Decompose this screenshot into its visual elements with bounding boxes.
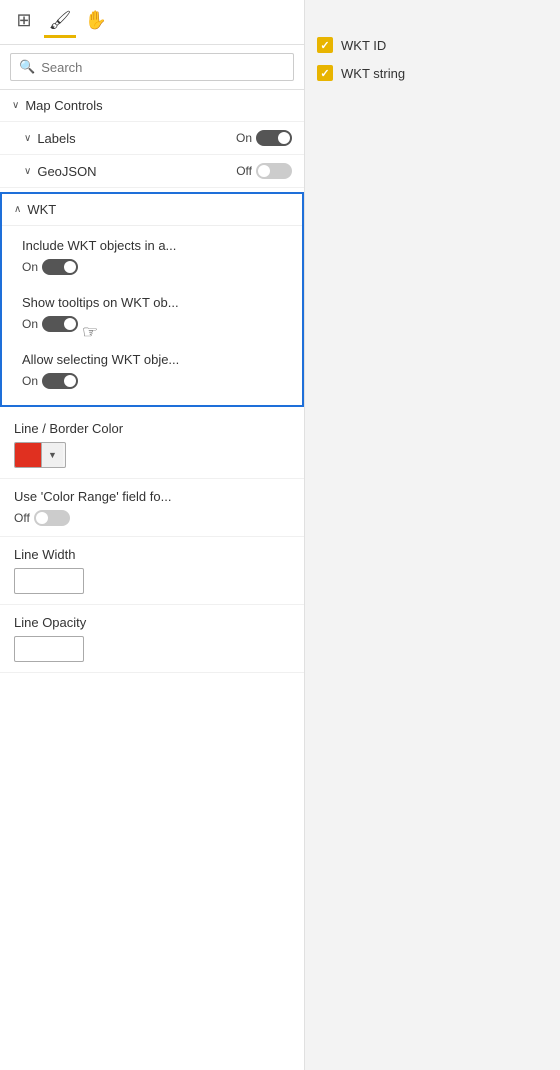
cursor-pointer-icon: ☞ — [82, 322, 98, 343]
wkt-include-toggle-label: On — [22, 260, 38, 274]
line-width-section: Line Width 1 ▲ ▼ — [0, 537, 304, 605]
left-panel: ⊞ 🖌 ✋ 🔍 ∨ Map Controls ∨ Labels On ∨ Geo… — [0, 0, 305, 1070]
color-swatch — [15, 443, 41, 467]
wkt-id-checkbox-item[interactable]: WKT ID — [317, 34, 548, 56]
wkt-string-checkbox-item[interactable]: WKT string — [317, 62, 548, 84]
paint-icon[interactable]: 🖌 — [44, 6, 76, 38]
search-box: 🔍 — [10, 53, 294, 81]
wkt-include-toggle[interactable] — [42, 259, 78, 275]
labels-chevron: ∨ — [24, 133, 31, 144]
search-icon: 🔍 — [19, 59, 35, 75]
search-input[interactable] — [41, 60, 285, 75]
geojson-toggle[interactable] — [256, 163, 292, 179]
wkt-chevron: ∧ — [14, 204, 21, 215]
labels-toggle[interactable] — [256, 130, 292, 146]
labels-item[interactable]: ∨ Labels On — [0, 122, 304, 155]
color-range-section: Use 'Color Range' field fo... Off — [0, 479, 304, 537]
labels-toggle-label: On — [236, 131, 252, 145]
color-range-toggle-wrap: Off — [14, 510, 290, 526]
wkt-string-label: WKT string — [341, 66, 405, 81]
line-width-label: Line Width — [14, 547, 290, 562]
wkt-include-toggle-row: On — [22, 257, 286, 283]
geojson-label: GeoJSON — [37, 164, 236, 179]
labels-toggle-wrap: On — [236, 130, 292, 146]
wkt-content: Include WKT objects in a... On Show tool… — [2, 226, 302, 405]
wkt-header[interactable]: ∧ WKT — [2, 194, 302, 226]
line-opacity-input-wrap: 70 ▲ ▼ — [14, 636, 84, 662]
color-range-toggle[interactable] — [34, 510, 70, 526]
labels-label: Labels — [37, 131, 236, 146]
line-width-input-wrap: 1 ▲ ▼ — [14, 568, 84, 594]
toolbar: ⊞ 🖌 ✋ — [0, 0, 304, 45]
wkt-select-label: Allow selecting WKT obje... — [22, 352, 286, 367]
map-controls-item[interactable]: ∨ Map Controls — [0, 90, 304, 122]
geojson-chevron: ∨ — [24, 166, 31, 177]
geojson-toggle-label: Off — [236, 164, 252, 178]
geojson-item[interactable]: ∨ GeoJSON Off — [0, 155, 304, 188]
line-opacity-label: Line Opacity — [14, 615, 290, 630]
color-picker-button[interactable]: ▼ — [14, 442, 66, 468]
wkt-label: WKT — [27, 202, 56, 217]
wkt-string-checkbox[interactable] — [317, 65, 333, 81]
line-opacity-section: Line Opacity 70 ▲ ▼ — [0, 605, 304, 673]
color-dropdown-arrow-icon: ▼ — [41, 443, 63, 467]
wkt-section: ∧ WKT Include WKT objects in a... On Sho… — [0, 192, 304, 407]
wkt-tooltips-label: Show tooltips on WKT ob... — [22, 295, 286, 310]
line-border-color-label: Line / Border Color — [14, 421, 290, 436]
right-panel: WKT ID WKT string — [305, 0, 560, 1070]
wkt-select-toggle-row: On — [22, 371, 286, 397]
wkt-select-toggle[interactable] — [42, 373, 78, 389]
line-width-input[interactable]: 1 — [15, 572, 84, 591]
gesture-icon[interactable]: ✋ — [80, 6, 112, 38]
map-controls-chevron: ∨ — [12, 100, 19, 111]
search-container: 🔍 — [0, 45, 304, 90]
wkt-include-label: Include WKT objects in a... — [22, 238, 286, 253]
wkt-id-label: WKT ID — [341, 38, 386, 53]
line-opacity-input[interactable]: 70 — [15, 640, 84, 659]
grid-icon[interactable]: ⊞ — [8, 6, 40, 38]
wkt-option-include: Include WKT objects in a... On — [2, 230, 302, 287]
wkt-tooltips-toggle-label: On — [22, 317, 38, 331]
map-controls-label: Map Controls — [25, 98, 292, 113]
wkt-id-checkbox[interactable] — [317, 37, 333, 53]
wkt-tooltips-toggle-row: On ☞ — [22, 314, 286, 340]
wkt-select-toggle-label: On — [22, 374, 38, 388]
line-border-color-section: Line / Border Color ▼ — [0, 411, 304, 479]
wkt-option-select: Allow selecting WKT obje... On — [2, 344, 302, 401]
geojson-toggle-wrap: Off — [236, 163, 292, 179]
color-range-toggle-label: Off — [14, 511, 30, 525]
wkt-tooltips-toggle[interactable] — [42, 316, 78, 332]
wkt-option-tooltips: Show tooltips on WKT ob... On ☞ — [2, 287, 302, 344]
color-range-label: Use 'Color Range' field fo... — [14, 489, 290, 504]
